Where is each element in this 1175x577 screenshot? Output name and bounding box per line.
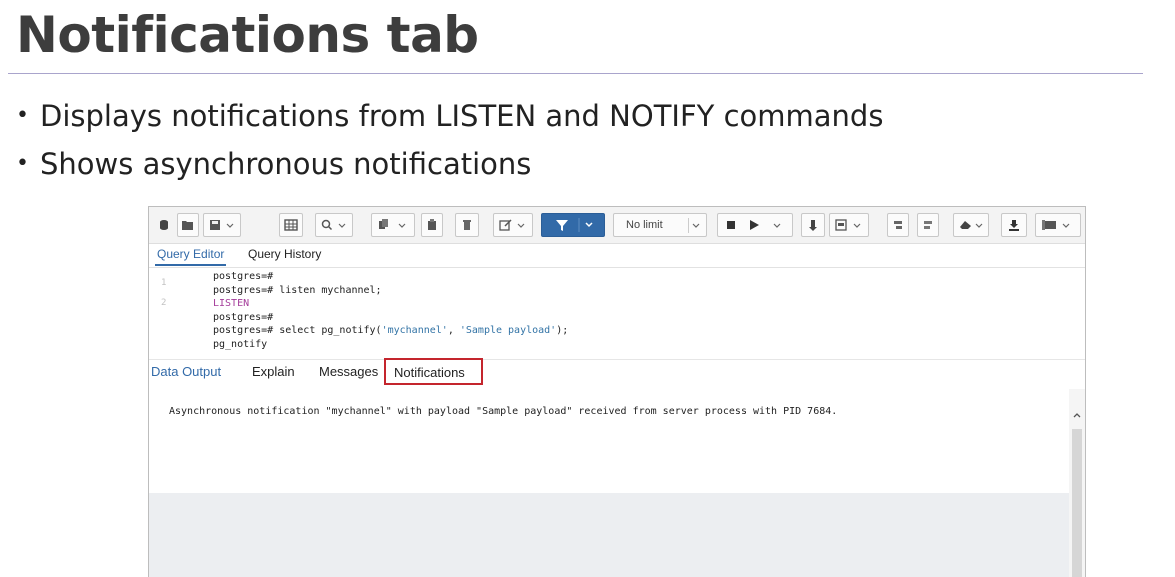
code-token: ,: [447, 325, 460, 336]
copy-icon[interactable]: [371, 213, 415, 237]
empty-panel-area: [149, 493, 1069, 577]
tab-messages[interactable]: Messages: [319, 364, 378, 379]
more-options-icon[interactable]: [1035, 213, 1081, 237]
vertical-scrollbar[interactable]: [1069, 389, 1085, 577]
tab-notifications-label: Notifications: [394, 365, 465, 380]
tab-notifications[interactable]: Notifications: [384, 358, 483, 385]
scrollbar-thumb[interactable]: [1072, 429, 1082, 577]
bullet-dot: •: [16, 103, 29, 128]
code-block: postgres=# postgres=# listen mychannel; …: [213, 270, 568, 351]
bullet-dot: •: [16, 151, 29, 176]
notification-message: Asynchronous notification "mychannel" wi…: [169, 406, 838, 417]
search-icon[interactable]: [315, 213, 353, 237]
query-tool-window: No limit Query Editor Query History 1 2 …: [148, 206, 1086, 577]
code-line: postgres=#: [213, 311, 274, 323]
bullet-item: • Displays notifications from LISTEN and …: [16, 96, 883, 144]
code-line: LISTEN: [213, 298, 250, 309]
slide-title: Notifications tab: [16, 6, 479, 64]
code-string: 'mychannel': [381, 325, 448, 336]
clear-icon[interactable]: [953, 213, 989, 237]
code-line: postgres=#: [213, 271, 274, 282]
notifications-panel: Asynchronous notification "mychannel" wi…: [149, 389, 1069, 493]
explain-icon[interactable]: [829, 213, 869, 237]
tab-explain[interactable]: Explain: [252, 364, 295, 379]
filter-button[interactable]: [541, 213, 605, 237]
limit-select-value: No limit: [626, 219, 663, 231]
grid-icon[interactable]: [279, 213, 303, 237]
limit-select[interactable]: No limit: [613, 213, 707, 237]
bullet-item: • Shows asynchronous notifications: [16, 144, 883, 192]
save-button[interactable]: [203, 213, 241, 237]
sql-editor[interactable]: 1 2 postgres=# postgres=# listen mychann…: [149, 268, 1085, 358]
bullet-text: Shows asynchronous notifications: [40, 147, 532, 181]
code-line: pg_notify: [213, 338, 268, 350]
commit-icon[interactable]: [801, 213, 825, 237]
edit-icon[interactable]: [493, 213, 533, 237]
execute-controls[interactable]: [717, 213, 793, 237]
line-number: 1: [161, 278, 167, 288]
code-line: postgres=# listen mychannel;: [213, 284, 382, 296]
macro-icon[interactable]: [887, 213, 909, 237]
chevron-down-icon: [688, 218, 703, 233]
tab-query-history[interactable]: Query History: [248, 247, 321, 261]
download-icon[interactable]: [1001, 213, 1027, 237]
code-token: );: [556, 325, 569, 336]
tab-data-output[interactable]: Data Output: [151, 364, 221, 379]
bullet-list: • Displays notifications from LISTEN and …: [16, 96, 883, 192]
database-icon[interactable]: [155, 213, 173, 237]
line-number: 2: [161, 298, 167, 308]
bullet-text: Displays notifications from LISTEN and N…: [40, 99, 884, 133]
chevron-up-icon[interactable]: [1073, 411, 1081, 419]
code-line: postgres=# select pg_notify('mychannel',…: [213, 324, 568, 338]
query-toolbar: No limit: [149, 207, 1085, 244]
delete-icon[interactable]: [455, 213, 479, 237]
macro-alt-icon[interactable]: [917, 213, 939, 237]
title-divider: [8, 73, 1143, 74]
tab-query-editor[interactable]: Query Editor: [154, 247, 227, 266]
result-tabs: Data Output Explain Messages Notificatio…: [149, 358, 1085, 388]
code-string: 'Sample payload': [459, 325, 557, 336]
code-token: postgres=# select pg_notify(: [213, 325, 382, 336]
editor-tabs: Query Editor Query History: [149, 243, 1085, 268]
open-file-icon[interactable]: [177, 213, 199, 237]
paste-icon[interactable]: [421, 213, 443, 237]
